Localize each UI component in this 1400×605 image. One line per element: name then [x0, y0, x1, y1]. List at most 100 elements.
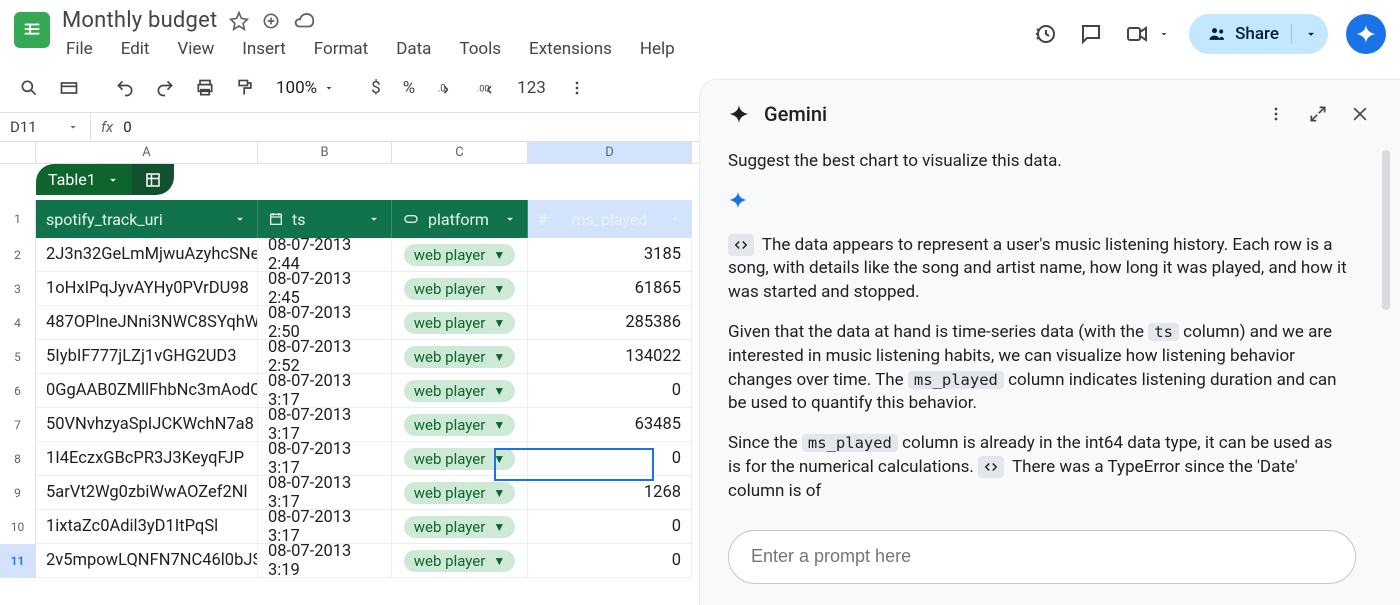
cell-platform[interactable]: web player ▼ — [392, 306, 528, 339]
col-header-B[interactable]: B — [258, 142, 392, 163]
menu-view[interactable]: View — [173, 37, 218, 61]
cell-ts[interactable]: 08-07-2013 2:45 — [258, 272, 392, 305]
cell-platform[interactable]: web player ▼ — [392, 442, 528, 475]
formula-input[interactable]: 0 — [123, 118, 131, 136]
cell-ms-played[interactable]: 0 — [528, 510, 692, 543]
zoom-select[interactable]: 100% — [268, 78, 343, 98]
gemini-more-icon[interactable] — [1262, 100, 1290, 128]
document-title[interactable]: Monthly budget — [62, 8, 217, 33]
cell-uri[interactable]: 1oHxIPqJyvAYHy0PVrDU98 — [36, 272, 258, 305]
cell-platform[interactable]: web player ▼ — [392, 374, 528, 407]
cell-ts[interactable]: 08-07-2013 3:17 — [258, 442, 392, 475]
gemini-prompt-input[interactable] — [728, 530, 1356, 584]
row-header[interactable]: 10 — [0, 510, 36, 544]
cell-ms-played[interactable]: 0 — [528, 442, 692, 475]
table-row[interactable]: 50VNvhzyaSpIJCKWchN7a808-07-2013 3:17web… — [36, 408, 692, 442]
share-dropdown-icon[interactable] — [1304, 27, 1318, 41]
increase-decimal-icon[interactable]: .00 — [469, 71, 503, 105]
cell-ts[interactable]: 08-07-2013 3:19 — [258, 544, 392, 577]
history-icon[interactable] — [1031, 20, 1059, 48]
table-chip[interactable]: Table1 — [36, 164, 174, 195]
row-header[interactable]: 9 — [0, 476, 36, 510]
col-header-A[interactable]: A — [36, 142, 258, 163]
th-spotify-track-uri[interactable]: spotify_track_uri — [36, 200, 258, 238]
table-row[interactable]: 2J3n32GeLmMjwuAzyhcSNe08-07-2013 2:44web… — [36, 238, 692, 272]
currency-button[interactable]: $ — [363, 71, 389, 105]
row-header[interactable]: 5 — [0, 340, 36, 374]
table-expand-icon[interactable] — [132, 164, 174, 195]
menu-tools[interactable]: Tools — [455, 37, 505, 61]
table-row[interactable]: 1ixtaZc0Adil3yD1ItPqSl08-07-2013 3:17web… — [36, 510, 692, 544]
cell-ts[interactable]: 08-07-2013 2:50 — [258, 306, 392, 339]
cloud-status-icon[interactable] — [293, 10, 315, 32]
menu-file[interactable]: File — [62, 37, 97, 61]
th-platform[interactable]: platform — [392, 200, 528, 238]
star-icon[interactable] — [229, 11, 249, 31]
cell-ts[interactable]: 08-07-2013 3:17 — [258, 476, 392, 509]
cell-ms-played[interactable]: 3185 — [528, 238, 692, 271]
cell-uri[interactable]: 2v5mpowLQNFN7NC46l0bJS — [36, 544, 258, 577]
formula-more-icon[interactable] — [560, 71, 594, 105]
gemini-dock-icon[interactable] — [1304, 100, 1332, 128]
cell-platform[interactable]: web player ▼ — [392, 544, 528, 577]
table-row[interactable]: 1I4EczxGBcPR3J3KeyqFJP08-07-2013 3:17web… — [36, 442, 692, 476]
row-header[interactable]: 11 — [0, 544, 36, 578]
cell-ts[interactable]: 08-07-2013 3:17 — [258, 374, 392, 407]
row-header[interactable]: 8 — [0, 442, 36, 476]
cell-uri[interactable]: 487OPlneJNni3NWC8SYqhW — [36, 306, 258, 339]
cell-ms-played[interactable]: 61865 — [528, 272, 692, 305]
sheets-logo[interactable] — [14, 12, 50, 48]
cell-ts[interactable]: 08-07-2013 3:17 — [258, 510, 392, 543]
cell-ms-played[interactable]: 285386 — [528, 306, 692, 339]
menu-data[interactable]: Data — [392, 37, 435, 61]
cell-platform[interactable]: web player ▼ — [392, 476, 528, 509]
meet-icon[interactable] — [1123, 20, 1151, 48]
cell-uri[interactable]: 0GgAAB0ZMllFhbNc3mAodO — [36, 374, 258, 407]
table-row[interactable]: 5arVt2Wg0zbiWwAOZef2Nl08-07-2013 3:17web… — [36, 476, 692, 510]
decrease-decimal-icon[interactable]: .0 — [429, 71, 463, 105]
cell-platform[interactable]: web player ▼ — [392, 510, 528, 543]
cell-uri[interactable]: 2J3n32GeLmMjwuAzyhcSNe — [36, 238, 258, 271]
row-header[interactable]: 4 — [0, 306, 36, 340]
cell-ms-played[interactable]: 0 — [528, 374, 692, 407]
cell-uri[interactable]: 5IybIF777jLZj1vGHG2UD3 — [36, 340, 258, 373]
move-icon[interactable] — [261, 11, 281, 31]
gemini-button[interactable] — [1346, 14, 1386, 54]
undo-icon[interactable] — [108, 71, 142, 105]
cell-uri[interactable]: 1ixtaZc0Adil3yD1ItPqSl — [36, 510, 258, 543]
cell-ms-played[interactable]: 63485 — [528, 408, 692, 441]
redo-icon[interactable] — [148, 71, 182, 105]
cell-platform[interactable]: web player ▼ — [392, 272, 528, 305]
percent-button[interactable]: % — [395, 71, 423, 105]
row-header[interactable]: 7 — [0, 408, 36, 442]
table-row[interactable]: 487OPlneJNni3NWC8SYqhW08-07-2013 2:50web… — [36, 306, 692, 340]
table-row[interactable]: 1oHxIPqJyvAYHy0PVrDU9808-07-2013 2:45web… — [36, 272, 692, 306]
print-icon[interactable] — [188, 71, 222, 105]
cell-platform[interactable]: web player ▼ — [392, 408, 528, 441]
table-row[interactable]: 0GgAAB0ZMllFhbNc3mAodO08-07-2013 3:17web… — [36, 374, 692, 408]
scrollbar[interactable] — [1382, 150, 1390, 310]
cell-uri[interactable]: 50VNvhzyaSpIJCKWchN7a8 — [36, 408, 258, 441]
meet-dropdown-icon[interactable] — [1157, 20, 1171, 48]
fullwidth-icon[interactable] — [52, 71, 86, 105]
cell-platform[interactable]: web player ▼ — [392, 238, 528, 271]
cell-ms-played[interactable]: 134022 — [528, 340, 692, 373]
name-box[interactable]: D11 — [0, 118, 90, 136]
menu-format[interactable]: Format — [310, 37, 372, 61]
code-source-icon[interactable] — [728, 234, 754, 256]
col-header-D[interactable]: D — [528, 142, 692, 163]
menu-extensions[interactable]: Extensions — [525, 37, 616, 61]
gemini-prompt-field[interactable] — [751, 546, 1333, 567]
code-source-icon[interactable] — [978, 456, 1004, 478]
cell-ts[interactable]: 08-07-2013 3:17 — [258, 408, 392, 441]
table-row[interactable]: 5IybIF777jLZj1vGHG2UD308-07-2013 2:52web… — [36, 340, 692, 374]
menu-edit[interactable]: Edit — [117, 37, 154, 61]
cell-ms-played[interactable]: 1268 — [528, 476, 692, 509]
menu-help[interactable]: Help — [636, 37, 679, 61]
th-ts[interactable]: ts — [258, 200, 392, 238]
cell-ms-played[interactable]: 0 — [528, 544, 692, 577]
format-123-button[interactable]: 123 — [509, 71, 554, 105]
cell-platform[interactable]: web player ▼ — [392, 340, 528, 373]
cell-ts[interactable]: 08-07-2013 2:44 — [258, 238, 392, 271]
cell-uri[interactable]: 5arVt2Wg0zbiWwAOZef2Nl — [36, 476, 258, 509]
